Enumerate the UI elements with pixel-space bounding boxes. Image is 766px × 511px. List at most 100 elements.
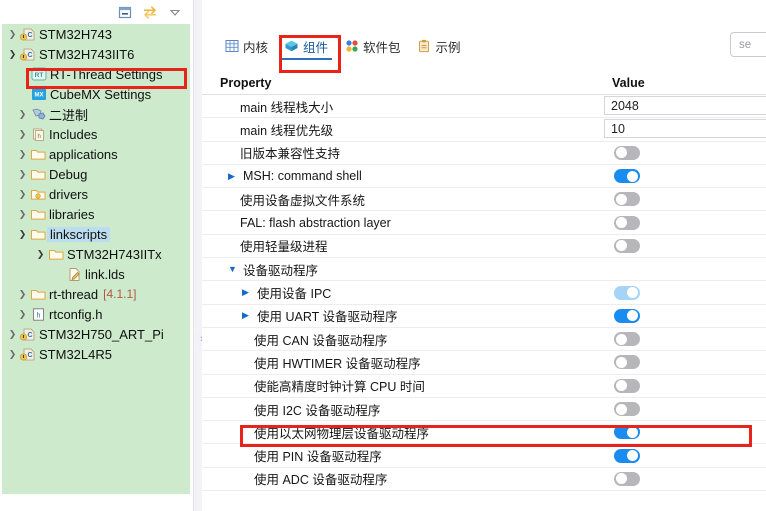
toggle-switch[interactable] <box>614 448 640 463</box>
property-value-cell[interactable]: 2048 <box>602 95 766 117</box>
chevron-right-icon[interactable]: ❯ <box>16 144 29 164</box>
tree-item-stm32h743iitx[interactable]: ❯ STM32H743IITx <box>2 244 190 264</box>
toggle-switch[interactable] <box>614 215 640 230</box>
property-value-cell[interactable] <box>602 468 766 490</box>
tree-item-debug[interactable]: ❯ Debug <box>2 164 190 184</box>
tree-item-stm32h743[interactable]: ❯ C STM32H743 <box>2 24 190 44</box>
toggle-switch[interactable] <box>614 355 640 370</box>
toggle-switch[interactable] <box>614 192 640 207</box>
expand-arrow-icon[interactable]: ▶ <box>242 310 254 321</box>
table-row[interactable]: main 线程栈大小 2048 <box>202 95 766 119</box>
chevron-right-icon[interactable]: ❯ <box>6 324 19 344</box>
tree-item-label: STM32H750_ART_Pi <box>39 326 164 342</box>
table-row[interactable]: 使用 I2C 设备驱动程序 <box>202 398 766 422</box>
table-row[interactable]: 使用 ADC 设备驱动程序 <box>202 468 766 492</box>
property-value-cell[interactable] <box>602 421 766 443</box>
property-value-cell <box>602 258 766 280</box>
tree-item-libraries[interactable]: ❯ libraries <box>2 204 190 224</box>
table-row[interactable]: ▶ 使用 UART 设备驱动程序 <box>202 305 766 328</box>
table-row[interactable]: ▼ 设备驱动程序 <box>202 258 766 282</box>
collapse-all-icon[interactable] <box>117 4 133 20</box>
toggle-switch[interactable] <box>614 145 640 160</box>
table-row[interactable]: ▶ 使用设备 IPC <box>202 281 766 305</box>
chevron-right-icon[interactable]: ❯ <box>6 344 19 364</box>
search-input[interactable]: se <box>730 32 766 57</box>
expand-arrow-icon[interactable]: ▶ <box>228 171 240 182</box>
link-with-editor-icon[interactable] <box>142 4 158 20</box>
table-row[interactable]: 使用设备虚拟文件系统 <box>202 188 766 212</box>
toggle-switch[interactable] <box>614 332 640 347</box>
tree-item-linkscripts[interactable]: ❯ linkscripts <box>2 224 190 244</box>
property-value-cell[interactable] <box>602 281 766 303</box>
tree-item-rt-thread[interactable]: ❯ rt-thread [4.1.1] <box>2 284 190 304</box>
tab-packages[interactable]: 软件包 <box>336 33 409 59</box>
chevron-right-icon[interactable]: ❯ <box>16 184 29 204</box>
tree-item-rt-thread-settings[interactable]: RT RT-Thread Settings <box>2 64 190 84</box>
toggle-knob <box>627 310 638 322</box>
property-value-cell[interactable] <box>602 375 766 397</box>
collapse-arrow-icon[interactable]: ▼ <box>228 264 240 274</box>
expand-arrow-icon[interactable]: ▶ <box>242 287 254 298</box>
tree-item-stm32l4r5[interactable]: ❯ C STM32L4R5 <box>2 344 190 364</box>
toggle-switch[interactable] <box>614 402 640 416</box>
property-value-cell[interactable] <box>602 351 766 373</box>
chevron-right-icon[interactable]: ❯ <box>16 304 29 324</box>
table-row[interactable]: 使用轻量级进程 <box>202 235 766 259</box>
tree-item-link-lds[interactable]: link.lds <box>2 264 190 284</box>
property-value-cell[interactable] <box>602 305 766 327</box>
tree-item-stm32h750-art-pi[interactable]: ❯ C STM32H750_ART_Pi <box>2 324 190 344</box>
tree-item-binaries[interactable]: ❯ 二进制 <box>2 104 190 124</box>
value-input[interactable]: 2048 <box>604 96 766 115</box>
toggle-switch[interactable] <box>614 285 640 300</box>
tree-item-applications[interactable]: ❯ applications <box>2 144 190 164</box>
toggle-switch[interactable] <box>614 378 640 393</box>
property-value-cell[interactable]: 10 <box>602 118 766 140</box>
tree-item-stm32h743iit6[interactable]: ❯ C STM32H743IIT6 <box>2 44 190 64</box>
table-row[interactable]: FAL: flash abstraction layer <box>202 211 766 235</box>
table-row[interactable]: ▶ MSH: command shell <box>202 165 766 189</box>
toggle-switch[interactable] <box>614 308 640 323</box>
property-value-cell[interactable] <box>602 398 766 420</box>
table-row[interactable]: 使用 HWTIMER 设备驱动程序 <box>202 351 766 375</box>
toggle-switch[interactable] <box>614 169 640 184</box>
svg-text:RT: RT <box>35 72 44 79</box>
value-input[interactable]: 10 <box>604 119 766 139</box>
property-value-cell[interactable] <box>602 142 766 164</box>
tree-item-label: linkscripts <box>47 226 111 242</box>
tab-components[interactable]: 组件 <box>276 33 336 60</box>
table-row-eth-phy-driver[interactable]: 使用以太网物理层设备驱动程序 <box>202 421 766 445</box>
table-row[interactable]: 旧版本兼容性支持 <box>202 142 766 165</box>
chevron-right-icon[interactable]: ❯ <box>16 104 29 124</box>
chevron-down-icon[interactable]: ❯ <box>16 224 29 244</box>
tree-item-includes[interactable]: ❯ h Includes <box>2 124 190 144</box>
chevron-down-icon[interactable]: ❯ <box>34 244 47 264</box>
chevron-right-icon[interactable]: ❯ <box>16 164 29 184</box>
toggle-switch[interactable] <box>614 471 640 486</box>
tab-examples[interactable]: 示例 <box>409 33 469 59</box>
property-value-cell[interactable] <box>602 188 766 210</box>
project-tree[interactable]: ❯ C STM32H743 ❯ C STM32H743IIT6 RT RT-Th… <box>2 24 190 494</box>
tree-item-rtconfig-h[interactable]: ❯ h rtconfig.h <box>2 304 190 324</box>
property-value-cell[interactable] <box>602 235 766 257</box>
tree-item-label: libraries <box>49 206 95 222</box>
chevron-right-icon[interactable]: ❯ <box>16 204 29 224</box>
tree-item-cubemx-settings[interactable]: MX CubeMX Settings <box>2 84 190 104</box>
chevron-down-icon[interactable]: ❯ <box>6 44 19 64</box>
table-row[interactable]: 使用 CAN 设备驱动程序 <box>202 328 766 352</box>
chevron-right-icon[interactable]: ❯ <box>16 124 29 144</box>
property-label: main 线程栈大小 <box>240 100 334 115</box>
table-row[interactable]: 使能高精度时钟计算 CPU 时间 <box>202 375 766 398</box>
chevron-right-icon[interactable]: ❯ <box>16 284 29 304</box>
tab-kernel[interactable]: 内核 <box>216 33 276 59</box>
table-row[interactable]: 使用 PIN 设备驱动程序 <box>202 444 766 468</box>
property-value-cell[interactable] <box>602 211 766 233</box>
toggle-switch[interactable] <box>614 238 640 253</box>
tree-item-drivers[interactable]: ❯ drivers <box>2 184 190 204</box>
property-value-cell[interactable] <box>602 165 766 187</box>
property-value-cell[interactable] <box>602 444 766 466</box>
chevron-right-icon[interactable]: ❯ <box>6 24 19 44</box>
table-row[interactable]: main 线程优先级 10 <box>202 118 766 142</box>
view-menu-icon[interactable] <box>167 4 183 20</box>
property-value-cell[interactable] <box>602 328 766 350</box>
toggle-switch[interactable] <box>614 425 640 440</box>
